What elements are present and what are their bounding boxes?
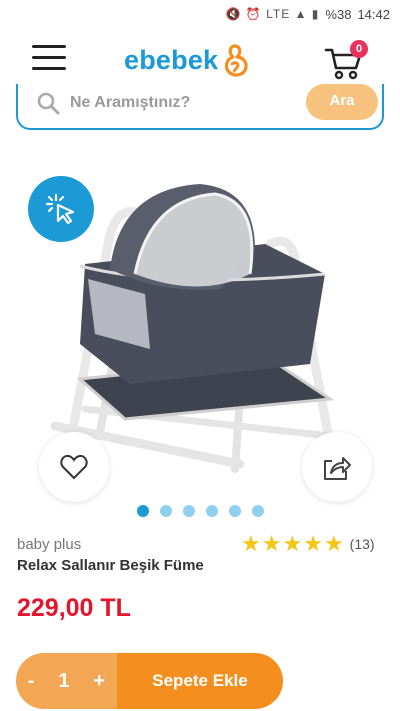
search-bar: Ara: [16, 84, 384, 130]
gallery-dot[interactable]: [159, 505, 172, 517]
product-brand[interactable]: baby plus: [17, 536, 81, 553]
rating-stars: ★ ★ ★ ★ ★: [241, 531, 344, 556]
review-count[interactable]: (13): [350, 536, 375, 552]
cart-count-badge: 0: [350, 40, 368, 58]
cursor-click-icon: [45, 193, 75, 225]
star-icon: ★: [323, 531, 344, 556]
product-price: 229,00 TL: [17, 594, 131, 622]
star-icon: ★: [261, 531, 282, 556]
clock: 14:42: [357, 6, 390, 22]
product-gallery[interactable]: [0, 150, 400, 502]
search-icon: [37, 92, 60, 115]
star-icon: ★: [282, 531, 303, 556]
quantity-value: 1: [58, 669, 70, 692]
add-to-cart-button[interactable]: Sepete Ekle: [117, 653, 283, 709]
status-bar: 🔇 ⏰ LTE ▲ ▮ %38 14:42: [0, 0, 400, 28]
decrease-quantity-button[interactable]: -: [28, 670, 35, 693]
gallery-dot[interactable]: [205, 505, 218, 517]
share-icon: [324, 457, 351, 480]
product-title: Relax Sallanır Beşik Füme: [17, 557, 204, 574]
gallery-dot[interactable]: [136, 505, 149, 517]
battery-level: %38: [325, 6, 352, 22]
share-button[interactable]: [302, 432, 372, 502]
add-to-cart-bar: - 1 + Sepete Ekle: [16, 653, 283, 709]
cart-button[interactable]: 0: [324, 40, 368, 82]
quantity-stepper: - 1 +: [16, 653, 117, 709]
product-rating[interactable]: ★ ★ ★ ★ ★ (13): [241, 531, 375, 556]
search-input[interactable]: [70, 92, 290, 114]
gallery-dot[interactable]: [228, 505, 241, 517]
logo-text: ebebek: [124, 44, 219, 75]
gallery-pagination: [0, 505, 400, 517]
star-icon: ★: [303, 531, 323, 556]
favorite-button[interactable]: [39, 432, 109, 502]
star-icon: ★: [241, 531, 261, 556]
app-header: ebebek 0: [0, 28, 400, 92]
gallery-dot[interactable]: [182, 505, 195, 517]
hamburger-menu-icon[interactable]: [32, 45, 66, 73]
heart-icon: [60, 454, 88, 480]
logo-mark-icon: [225, 44, 248, 77]
gallery-dot[interactable]: [251, 505, 264, 517]
brand-logo[interactable]: ebebek: [124, 42, 250, 78]
status-icons: 🔇 ⏰ LTE ▲ ▮: [225, 7, 320, 21]
increase-quantity-button[interactable]: +: [93, 670, 105, 693]
zoom-button[interactable]: [28, 176, 94, 242]
search-button[interactable]: Ara: [306, 84, 378, 120]
